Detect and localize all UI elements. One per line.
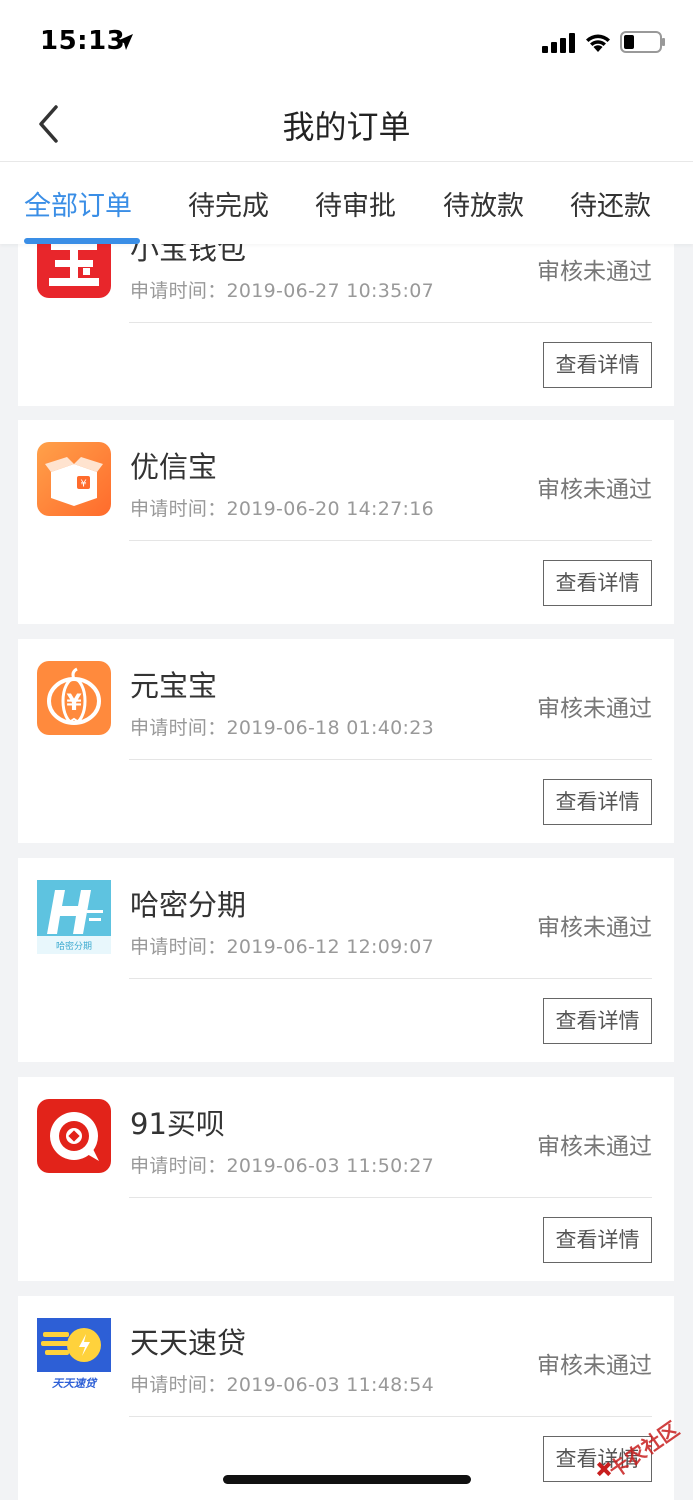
view-detail-button[interactable]: 查看详情 [543, 998, 652, 1044]
divider [129, 759, 652, 760]
svg-text:¥: ¥ [66, 691, 82, 716]
order-name: 天天速贷 [130, 1326, 247, 1360]
navigation-bar: 我的订单 [0, 86, 693, 162]
yuanbaobao-logo: ¥ [37, 661, 111, 735]
nav-divider [0, 161, 693, 162]
divider [129, 978, 652, 979]
tab-pending-disbursement[interactable]: 待放款 [443, 184, 524, 223]
order-name: 元宝宝 [130, 669, 218, 703]
view-detail-button[interactable]: 查看详情 [543, 342, 652, 388]
tab-pending-approval[interactable]: 待审批 [315, 184, 396, 223]
order-apply-time: 申请时间：2019-06-18 01:40:23 [130, 717, 434, 739]
youxinbao-logo: ¥ [37, 442, 111, 516]
hami-logo-text: 哈密分期 [56, 940, 92, 952]
view-detail-button[interactable]: 查看详情 [543, 560, 652, 606]
tiantian-logo-text: 天天速贷 [52, 1377, 98, 1390]
home-indicator [223, 1475, 471, 1484]
order-status: 审核未通过 [537, 1353, 652, 1379]
active-tab-indicator [24, 238, 140, 244]
view-detail-button[interactable]: 查看详情 [543, 1217, 652, 1263]
tab-pending-repayment[interactable]: 待还款 [570, 184, 651, 223]
svg-text:¥: ¥ [80, 479, 86, 490]
order-card: ¥ 优信宝 申请时间：2019-06-20 14:27:16 审核未通过 查看详… [18, 420, 674, 624]
order-apply-time: 申请时间：2019-06-27 10:35:07 [130, 280, 434, 302]
location-arrow-icon [117, 34, 133, 50]
order-tabs: 全部订单 待完成 待审批 待放款 待还款 [0, 162, 693, 244]
91maibei-logo [37, 1099, 111, 1173]
wifi-icon [586, 34, 610, 52]
watermark-text: 卡农社区 [604, 1417, 683, 1483]
view-detail-button[interactable]: 查看详情 [543, 779, 652, 825]
divider [129, 540, 652, 541]
order-status: 审核未通过 [537, 696, 652, 722]
order-name: 哈密分期 [130, 888, 247, 922]
order-name: 优信宝 [130, 450, 218, 484]
tab-pending-complete[interactable]: 待完成 [188, 184, 269, 223]
order-name: 91买呗 [130, 1107, 225, 1141]
status-bar: 15:13 [0, 0, 693, 86]
divider [129, 1416, 652, 1417]
status-time: 15:13 [40, 26, 126, 56]
order-apply-time: 申请时间：2019-06-03 11:50:27 [130, 1155, 434, 1177]
tiantian-logo: 天天速贷 [37, 1318, 111, 1392]
page-title: 我的订单 [282, 108, 411, 146]
order-status: 审核未通过 [537, 477, 652, 503]
tab-all-orders[interactable]: 全部订单 [24, 184, 132, 223]
order-card: 天天速贷 天天速贷 申请时间：2019-06-03 11:48:54 审核未通过… [18, 1296, 674, 1500]
order-card: ¥ 元宝宝 申请时间：2019-06-18 01:40:23 审核未通过 查看详… [18, 639, 674, 843]
order-status: 审核未通过 [537, 1134, 652, 1160]
hami-logo: 哈密分期 [37, 880, 111, 954]
order-card: 哈密分期 哈密分期 申请时间：2019-06-12 12:09:07 审核未通过… [18, 858, 674, 1062]
divider [129, 1197, 652, 1198]
order-status: 审核未通过 [537, 915, 652, 941]
order-apply-time: 申请时间：2019-06-12 12:09:07 [130, 936, 434, 958]
watermark-logo: 卡农社区 [596, 1417, 683, 1483]
order-apply-time: 申请时间：2019-06-03 11:48:54 [130, 1374, 434, 1396]
divider [129, 322, 652, 323]
battery-icon [620, 31, 665, 53]
cellular-signal-icon [542, 33, 575, 53]
order-status: 审核未通过 [537, 259, 652, 285]
order-apply-time: 申请时间：2019-06-20 14:27:16 [130, 498, 434, 520]
order-card: 91买呗 申请时间：2019-06-03 11:50:27 审核未通过 查看详情 [18, 1077, 674, 1281]
